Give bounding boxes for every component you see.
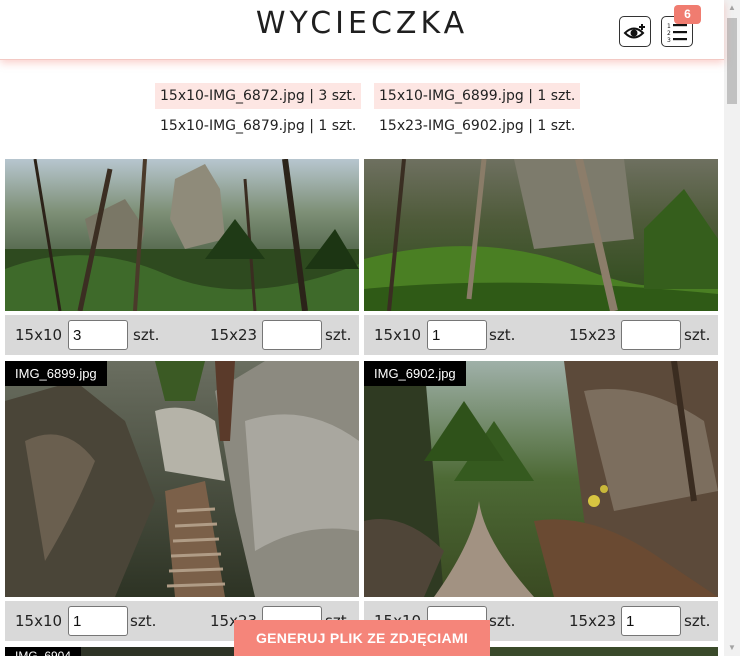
unit-label: szt. — [325, 326, 352, 344]
quantity-input-15x10[interactable] — [68, 320, 128, 350]
scroll-up-arrow-icon[interactable]: ▲ — [724, 0, 740, 16]
header: WYCIECZKA 1 2 3 — [0, 0, 724, 60]
eye-plus-icon — [623, 23, 645, 38]
quantity-bar: 15x10 szt. 15x23 szt. — [364, 315, 718, 355]
photo-thumbnail[interactable] — [364, 159, 718, 311]
summary-item: 15x10-IMG_6899.jpg | 1 szt. — [374, 83, 581, 109]
size-label: 15x23 — [569, 326, 617, 344]
svg-text:2: 2 — [667, 30, 671, 37]
photo-thumbnail[interactable] — [5, 159, 359, 311]
summary-item: 15x10-IMG_6872.jpg | 3 szt. — [155, 83, 362, 109]
unit-label: szt. — [684, 326, 711, 344]
summary-item: 15x10-IMG_6879.jpg | 1 szt. — [160, 118, 357, 134]
unit-label: szt. — [684, 612, 711, 630]
quantity-input-15x10[interactable] — [427, 320, 487, 350]
preview-button[interactable] — [619, 16, 651, 47]
size-label: 15x23 — [210, 326, 258, 344]
size-label: 15x10 — [15, 326, 63, 344]
size-label: 15x10 — [374, 326, 422, 344]
quantity-bar: 15x10 szt. 15x23 szt. — [5, 315, 359, 355]
photo-filename: IMG_6904 — [5, 647, 82, 656]
quantity-input-15x23[interactable] — [621, 606, 681, 636]
svg-text:3: 3 — [667, 37, 671, 43]
unit-label: szt. — [130, 612, 157, 630]
unit-label: szt. — [133, 326, 160, 344]
unit-label: szt. — [489, 326, 516, 344]
photo-card: IMG_6899.jpg 15x10 szt. — [5, 361, 359, 641]
size-label: 15x23 — [569, 612, 617, 630]
photo-card: 15x10 szt. 15x23 szt. — [5, 159, 359, 355]
summary-item: 15x23-IMG_6902.jpg | 1 szt. — [379, 118, 576, 134]
photo-thumbnail[interactable]: IMG_6899.jpg — [5, 361, 359, 597]
photo-thumbnail[interactable]: IMG_6902.jpg — [364, 361, 718, 597]
photo-card: IMG_6902.jpg 15x10 szt. 15x23 s — [364, 361, 718, 641]
photo-filename: IMG_6899.jpg — [5, 361, 107, 386]
size-label: 15x10 — [15, 612, 63, 630]
scroll-down-arrow-icon[interactable]: ▼ — [724, 640, 740, 656]
unit-label: szt. — [489, 612, 516, 630]
site-logo[interactable]: WYCIECZKA — [0, 6, 724, 41]
generate-file-button[interactable]: GENERUJ PLIK ZE ZDJĘCIAMI — [234, 620, 490, 656]
photo-card: 15x10 szt. 15x23 szt. — [364, 159, 718, 355]
scrollbar-thumb[interactable] — [727, 18, 737, 104]
order-count-badge: 6 — [674, 5, 701, 24]
svg-text:1: 1 — [667, 23, 671, 30]
quantity-input-15x10[interactable] — [68, 606, 128, 636]
order-summary: 15x10-IMG_6872.jpg | 3 szt. 15x10-IMG_68… — [0, 60, 724, 159]
scrollbar[interactable]: ▲ ▼ — [724, 0, 740, 656]
quantity-input-15x23[interactable] — [621, 320, 681, 350]
quantity-input-15x23[interactable] — [262, 320, 322, 350]
photo-filename: IMG_6902.jpg — [364, 361, 466, 386]
